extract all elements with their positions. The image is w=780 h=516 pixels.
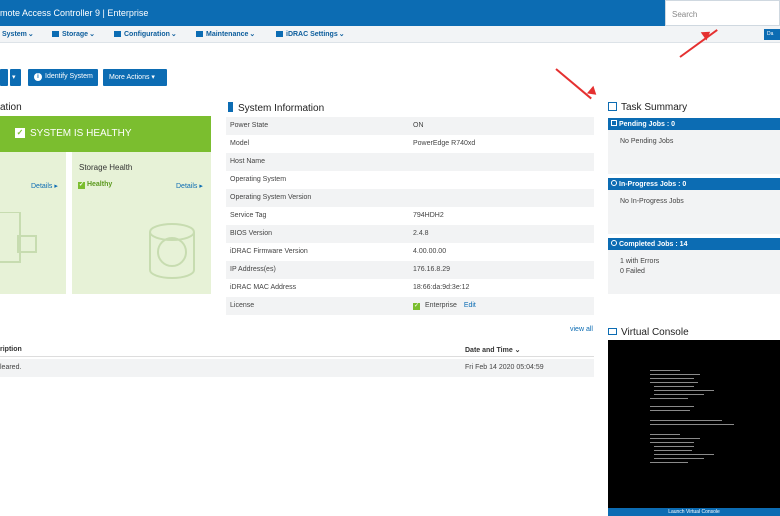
nav-maintenance[interactable]: Maintenance⌄ bbox=[196, 30, 255, 38]
chevron-down-icon: ⌄ bbox=[27, 31, 34, 38]
storage-icon bbox=[52, 31, 59, 37]
details-link[interactable]: Details ▸ bbox=[31, 182, 58, 190]
server-icon bbox=[228, 102, 233, 112]
app-title: mote Access Controller 9 | Enterprise bbox=[0, 8, 149, 18]
annotation-arrow bbox=[555, 68, 592, 100]
check-icon: ✓ bbox=[15, 128, 25, 138]
top-bar: mote Access Controller 9 | Enterprise bbox=[0, 0, 780, 26]
dashboard-button[interactable]: Da bbox=[764, 29, 780, 40]
storage-health-status: ✓ Healthy bbox=[78, 181, 113, 189]
system-health-banner: ✓ SYSTEM IS HEALTHY bbox=[0, 116, 211, 152]
col-description[interactable]: ription bbox=[0, 346, 22, 353]
chevron-down-icon: ⌄ bbox=[89, 31, 95, 38]
power-button[interactable] bbox=[0, 69, 8, 86]
info-row: Model PowerEdge R740xd bbox=[230, 140, 476, 147]
pending-jobs-box: No Pending Jobs bbox=[608, 130, 780, 174]
table-row[interactable]: leared. Fri Feb 14 2020 05:04:59 bbox=[0, 359, 594, 377]
storage-health-panel: Storage Health ✓ Healthy Details ▸ bbox=[72, 152, 211, 294]
pending-jobs-header[interactable]: Pending Jobs : 0 bbox=[608, 118, 780, 130]
info-icon: i bbox=[34, 73, 42, 81]
storage-health-title: Storage Health bbox=[79, 163, 133, 172]
task-icon bbox=[608, 102, 617, 111]
settings-icon bbox=[276, 31, 283, 37]
caret-down-icon: ▾ bbox=[151, 74, 155, 81]
info-row: Power State ON bbox=[226, 117, 594, 135]
col-date-time[interactable]: Date and Time ⌄ bbox=[465, 346, 521, 354]
search-input[interactable]: Search bbox=[665, 0, 780, 26]
nav-idrac-settings[interactable]: iDRAC Settings⌄ bbox=[276, 30, 345, 38]
system-info-title: System Information bbox=[228, 102, 324, 114]
check-icon: ✓ bbox=[78, 182, 85, 189]
task-summary-title: Task Summary bbox=[608, 102, 687, 113]
check-icon: ✓ bbox=[413, 303, 420, 310]
info-row: BIOS Version 2.4.8 bbox=[226, 225, 594, 243]
check-circle-icon bbox=[611, 240, 617, 246]
console-icon bbox=[608, 328, 617, 335]
completed-jobs-header[interactable]: Completed Jobs : 14 bbox=[608, 238, 780, 250]
progress-icon bbox=[611, 180, 617, 186]
power-dropdown-button[interactable]: ▾ bbox=[10, 69, 21, 86]
inprogress-jobs-box: No In-Progress Jobs bbox=[608, 190, 780, 234]
info-row-license: License ✓ Enterprise Edit bbox=[226, 297, 594, 315]
info-row: Operating System bbox=[230, 176, 287, 183]
view-all-link[interactable]: view all bbox=[570, 326, 593, 333]
storage-details-link[interactable]: Details ▸ bbox=[176, 182, 203, 190]
license-edit-link[interactable]: Edit bbox=[464, 302, 476, 309]
more-actions-button[interactable]: More Actions ▾ bbox=[103, 69, 167, 86]
info-row: iDRAC Firmware Version 4.00.00.00 bbox=[230, 248, 447, 255]
console-screen-text bbox=[650, 370, 734, 463]
inprogress-jobs-header[interactable]: In-Progress Jobs : 0 bbox=[608, 178, 780, 190]
completed-jobs-box: 1 with Errors 0 Failed bbox=[608, 250, 780, 294]
nav-configuration[interactable]: Configuration⌄ bbox=[114, 30, 177, 38]
chevron-down-icon: ⌄ bbox=[170, 31, 177, 38]
maintenance-icon bbox=[196, 31, 203, 37]
identify-system-button[interactable]: i Identify System bbox=[28, 69, 98, 86]
info-row: Operating System Version bbox=[226, 189, 594, 207]
storage-disk-icon bbox=[149, 223, 195, 279]
info-row: Host Name bbox=[226, 153, 594, 171]
chevron-down-icon: ⌄ bbox=[249, 31, 256, 38]
chevron-down-icon: ⌄ bbox=[338, 31, 345, 38]
server-icon bbox=[0, 212, 37, 263]
info-row: IP Address(es) 176.16.8.29 bbox=[226, 261, 594, 279]
main-nav: System⌄ Storage⌄ Configuration⌄ Maintena… bbox=[0, 26, 780, 43]
calendar-icon bbox=[611, 120, 617, 126]
configuration-icon bbox=[114, 31, 121, 37]
virtual-console-preview[interactable] bbox=[608, 340, 780, 508]
virtual-console-title: Virtual Console bbox=[608, 327, 689, 338]
info-row: Service Tag 794HDH2 bbox=[230, 212, 444, 219]
health-section-title: ation bbox=[0, 102, 22, 113]
chevron-down-icon: ⌄ bbox=[514, 347, 521, 354]
launch-virtual-console-button[interactable]: Launch Virtual Console bbox=[608, 508, 780, 516]
nav-system[interactable]: System⌄ bbox=[2, 30, 34, 38]
info-row: iDRAC MAC Address 18:66:da:9d:3e:12 bbox=[230, 284, 470, 291]
system-health-panel: Details ▸ bbox=[0, 152, 66, 294]
nav-storage[interactable]: Storage⌄ bbox=[52, 30, 95, 38]
log-table-header: ription Date and Time ⌄ bbox=[0, 342, 594, 357]
caret-down-icon: ▾ bbox=[12, 74, 16, 81]
